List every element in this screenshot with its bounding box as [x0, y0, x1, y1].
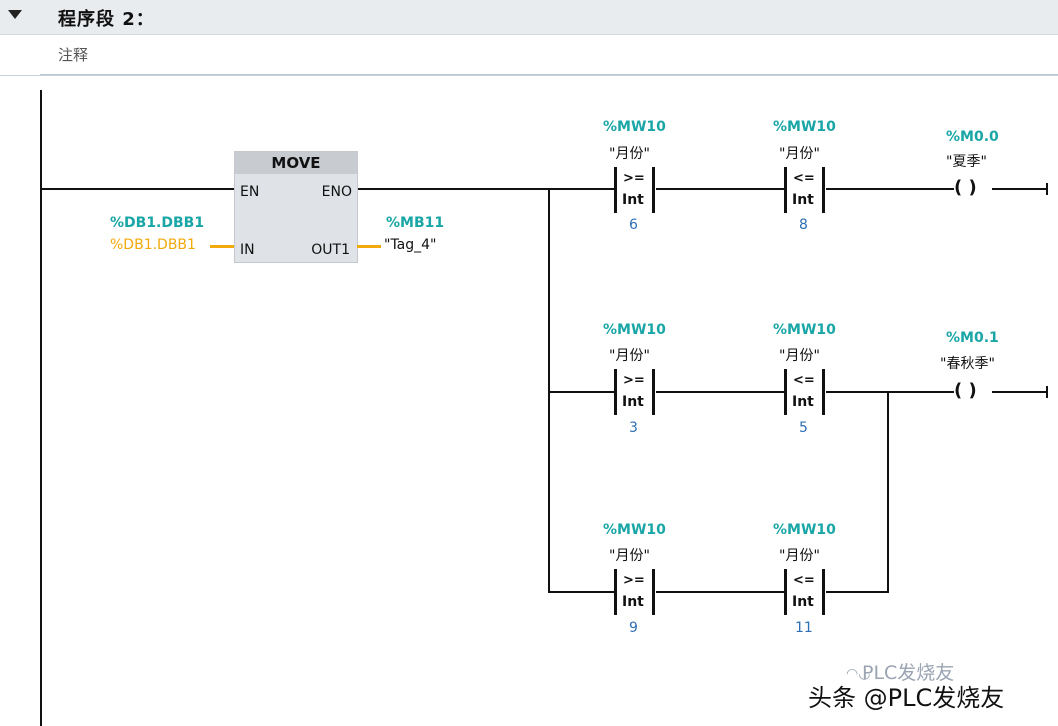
pin-en: EN: [240, 184, 260, 200]
contact-r1b-op: <=: [793, 171, 815, 186]
wire-coil1-out: [992, 188, 1046, 190]
contact-r2b-tag[interactable]: "月份": [779, 345, 820, 365]
contact-r3b-type: Int: [792, 594, 814, 610]
contact-r2b-op: <=: [793, 373, 815, 388]
wire-eno-to-branch: [356, 188, 614, 190]
network-title: 程序段 2：: [58, 9, 155, 30]
coil1-symbol[interactable]: ( ): [954, 177, 977, 198]
contact-r3a-tag[interactable]: "月份": [609, 545, 650, 565]
contact-r1a-type: Int: [622, 192, 644, 208]
contact-r2b-value[interactable]: 5: [799, 420, 808, 436]
move-out-address[interactable]: %MB11: [386, 215, 444, 231]
contact-r2a-left-bar: [614, 369, 617, 415]
contact-r3b-left-bar: [784, 569, 787, 615]
wire-in-operand: [210, 245, 234, 248]
wire-branch-vertical: [548, 188, 550, 592]
contact-r3a-right-bar: [652, 569, 655, 615]
move-box-title: MOVE: [235, 152, 357, 174]
contact-r2a-value[interactable]: 3: [629, 420, 638, 436]
contact-r2b-right-bar: [822, 369, 825, 415]
wire-row2-to-coil: [826, 391, 954, 393]
contact-r1a-address[interactable]: %MW10: [603, 119, 666, 135]
coil2-address[interactable]: %M0.1: [946, 330, 999, 346]
wire-coil1-end: [1046, 183, 1048, 195]
watermark-text: 头条 @PLC发烧友: [808, 684, 1005, 712]
contact-r1b-value[interactable]: 8: [799, 217, 808, 233]
contact-r1b-address[interactable]: %MW10: [773, 119, 836, 135]
pin-out: OUT1: [311, 242, 350, 258]
contact-r3a-left-bar: [614, 569, 617, 615]
contact-r3a-address[interactable]: %MW10: [603, 522, 666, 538]
wire-row3-in: [548, 591, 614, 593]
wire-coil2-end: [1046, 386, 1048, 398]
move-in-address[interactable]: %DB1.DBB1: [110, 215, 204, 231]
pin-in: IN: [240, 242, 255, 258]
wire-row3-between: [656, 591, 784, 593]
coil1-tag[interactable]: "夏季": [946, 151, 987, 171]
comment-bar[interactable]: 注释: [0, 35, 1058, 76]
wire-row3-out: [826, 591, 888, 593]
contact-r1b-left-bar: [784, 167, 787, 213]
contact-r3a-value[interactable]: 9: [629, 620, 638, 636]
wire-coil2-out: [992, 391, 1046, 393]
pin-eno: ENO: [321, 184, 352, 200]
contact-r3b-value[interactable]: 11: [795, 620, 813, 636]
contact-r1b-type: Int: [792, 192, 814, 208]
contact-r3b-tag[interactable]: "月份": [779, 545, 820, 565]
contact-r2a-right-bar: [652, 369, 655, 415]
collapse-triangle-icon[interactable]: [8, 10, 22, 19]
comment-divider: [40, 74, 1058, 75]
contact-r2a-address[interactable]: %MW10: [603, 322, 666, 338]
contact-r1a-value[interactable]: 6: [629, 217, 638, 233]
contact-r3a-op: >=: [623, 573, 645, 588]
contact-r1a-left-bar: [614, 167, 617, 213]
coil1-address[interactable]: %M0.0: [946, 129, 999, 145]
wire-row1-between: [656, 188, 784, 190]
contact-r2a-op: >=: [623, 373, 645, 388]
contact-r2a-tag[interactable]: "月份": [609, 345, 650, 365]
contact-r3b-address[interactable]: %MW10: [773, 522, 836, 538]
wire-row2-between: [656, 391, 784, 393]
move-in-value: %DB1.DBB1: [110, 237, 196, 253]
contact-r3a-type: Int: [622, 594, 644, 610]
contact-r2b-left-bar: [784, 369, 787, 415]
contact-r3b-right-bar: [822, 569, 825, 615]
contact-r2b-type: Int: [792, 394, 814, 410]
contact-r1a-tag[interactable]: "月份": [609, 143, 650, 163]
move-instruction-box[interactable]: MOVE EN ENO IN OUT1: [234, 151, 358, 263]
contact-r2b-address[interactable]: %MW10: [773, 322, 836, 338]
wire-rail-to-move: [40, 188, 234, 190]
coil2-tag[interactable]: "春秋季": [940, 353, 995, 373]
wire-out-operand: [357, 245, 381, 248]
contact-r1a-op: >=: [623, 171, 645, 186]
contact-r1a-right-bar: [652, 167, 655, 213]
contact-r2a-type: Int: [622, 394, 644, 410]
coil2-symbol[interactable]: ( ): [954, 380, 977, 401]
contact-r1b-tag[interactable]: "月份": [779, 143, 820, 163]
contact-r1b-right-bar: [822, 167, 825, 213]
wire-row1-to-coil: [826, 188, 954, 190]
wire-row2-in: [548, 391, 614, 393]
network-comment[interactable]: 注释: [58, 44, 88, 65]
contact-r3b-op: <=: [793, 573, 815, 588]
wire-or-vertical: [887, 391, 889, 593]
power-rail: [40, 90, 42, 726]
move-out-tag[interactable]: "Tag_4": [384, 237, 437, 253]
network-header: 程序段 2：: [0, 0, 1058, 35]
